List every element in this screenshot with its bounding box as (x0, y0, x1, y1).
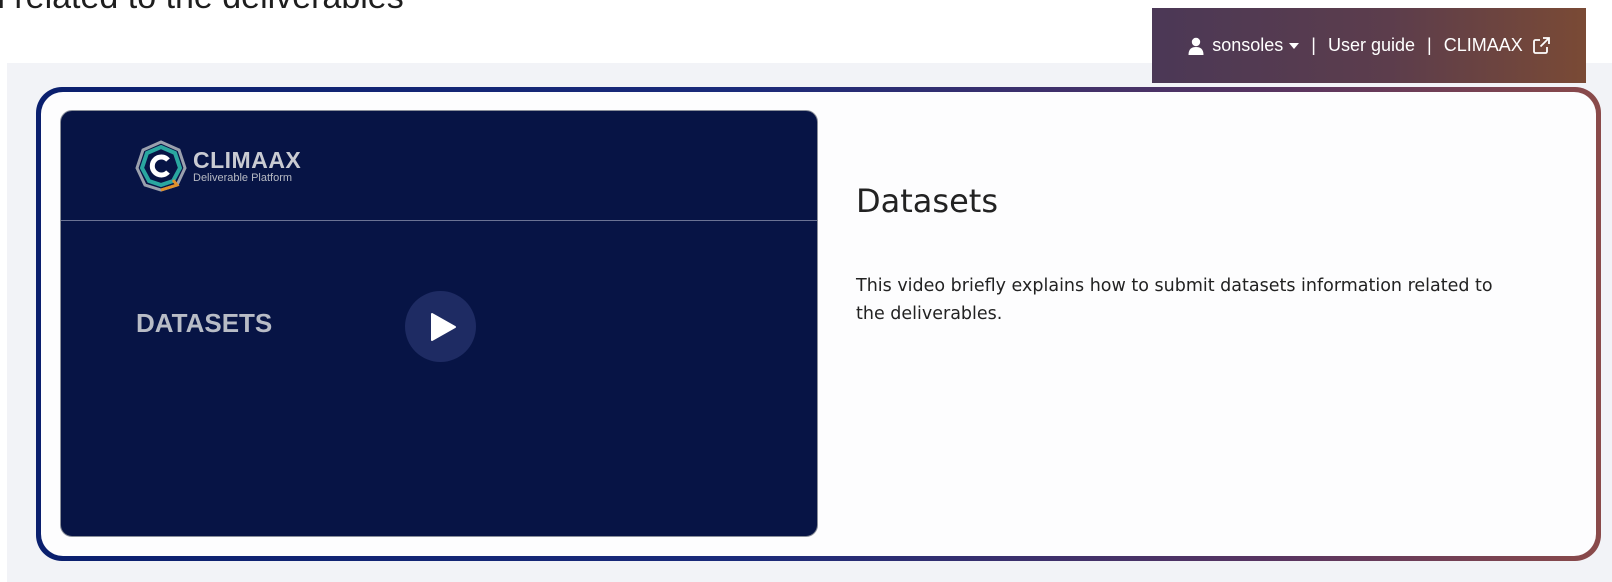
video-title: DATASETS (136, 308, 273, 338)
info-title: Datasets (856, 182, 998, 220)
climaax-link-label: CLIMAAX (1443, 35, 1523, 55)
play-icon (430, 312, 456, 341)
climaax-logo: CLIMAAX Deliverable Platform (135, 140, 301, 192)
username-label: sonsoles (1212, 35, 1284, 55)
logo-subtitle: Deliverable Platform (193, 171, 293, 184)
climaax-external-link[interactable]: CLIMAAX (1444, 35, 1550, 56)
separator: | (1427, 35, 1432, 55)
external-link-icon (1532, 37, 1550, 54)
page-heading: n related to the deliverables (0, 0, 404, 17)
separator: | (1311, 35, 1316, 55)
climaax-logo-icon (135, 140, 187, 192)
user-bar: sonsoles | User guide | CLIMAAX (1152, 8, 1586, 83)
logo-brand: CLIMAAX (193, 146, 302, 173)
play-button[interactable] (405, 291, 476, 362)
info-description: This video briefly explains how to submi… (856, 276, 1493, 324)
caret-down-icon (1289, 42, 1300, 49)
video-divider (61, 220, 817, 221)
video-player[interactable]: CLIMAAX Deliverable Platform DATASETS (60, 110, 818, 537)
user-guide-link[interactable]: User guide (1328, 35, 1415, 56)
user-icon (1188, 37, 1204, 55)
user-menu[interactable]: sonsoles (1188, 35, 1300, 56)
